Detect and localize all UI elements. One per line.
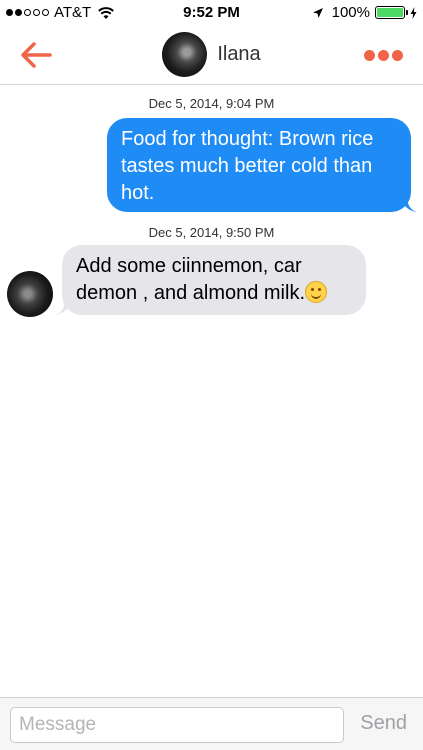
message-composer: Send xyxy=(0,697,423,750)
smiling-face-icon xyxy=(305,281,328,303)
message-timestamp: Dec 5, 2014, 9:50 PM xyxy=(148,225,275,240)
ellipsis-icon[interactable] xyxy=(364,50,403,61)
sender-avatar[interactable] xyxy=(7,271,53,317)
status-bar: AT&T 9:52 PM 100% xyxy=(0,0,423,26)
message-text: Add some ciinnemon, car demon , and almo… xyxy=(76,255,306,304)
message-input[interactable] xyxy=(10,707,344,743)
location-arrow-icon xyxy=(312,7,323,18)
contact-header[interactable]: Ilana xyxy=(0,32,423,77)
message-timestamp: Dec 5, 2014, 9:04 PM xyxy=(148,96,275,111)
incoming-message-bubble[interactable]: Add some ciinnemon, car demon , and almo… xyxy=(55,245,366,315)
battery-percentage: 100% xyxy=(331,4,370,21)
status-right: 100% xyxy=(312,4,417,21)
contact-avatar[interactable] xyxy=(162,32,208,77)
bubble-tail xyxy=(401,196,417,212)
battery-icon xyxy=(375,6,408,19)
message-text: Food for thought: Brown rice tastes much… xyxy=(121,128,374,204)
conversation-header: Ilana xyxy=(0,26,423,85)
contact-name[interactable]: Ilana xyxy=(217,43,260,66)
send-button[interactable]: Send xyxy=(360,712,407,735)
bubble-tail xyxy=(55,299,71,315)
charging-bolt-icon xyxy=(410,6,417,19)
outgoing-message-bubble[interactable]: Food for thought: Brown rice tastes much… xyxy=(107,118,417,212)
